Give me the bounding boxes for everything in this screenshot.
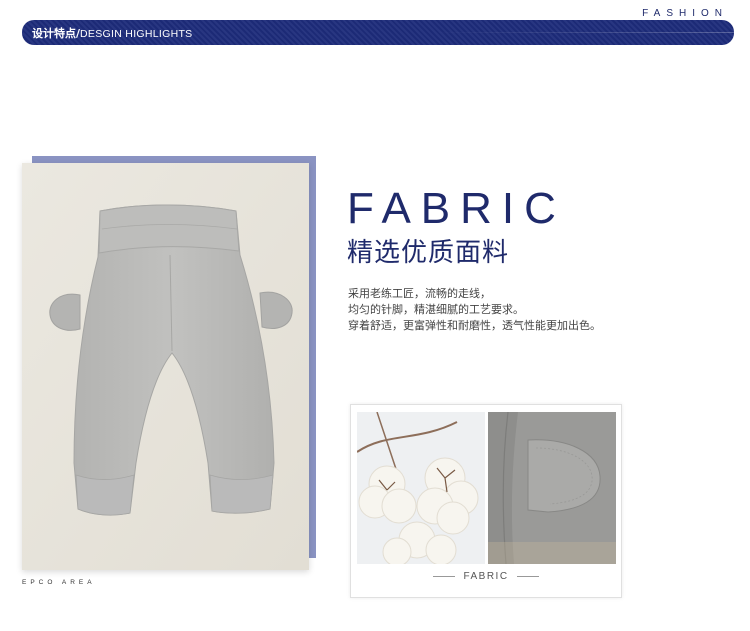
fabric-heading: FABRIC [347, 184, 566, 233]
fabric-ear-detail-image [488, 412, 616, 564]
header-divider [434, 32, 734, 33]
product-photo [22, 163, 309, 570]
caption-right-rule [516, 575, 539, 577]
description-line: 穿着舒适，更富弹性和耐磨性，透气性能更加出色。 [348, 319, 601, 332]
detail-caption: FABRIC [351, 568, 621, 584]
detail-caption-text: FABRIC [463, 570, 509, 582]
section-header-title: 设计特点/DESGIN HIGHLIGHTS [32, 25, 192, 41]
baby-pants-illustration [22, 163, 309, 570]
description-line: 均匀的针脚，精湛细腻的工艺要求。 [348, 303, 524, 316]
caption-left-rule [433, 575, 456, 577]
cotton-bolls-image [357, 412, 485, 564]
section-header-bar: 设计特点/DESGIN HIGHLIGHTS [22, 20, 734, 45]
photo-caption: EPCO AREA [22, 579, 96, 586]
fabric-detail-card: FABRIC [350, 404, 622, 598]
header-title-cn: 设计特点/ [32, 27, 81, 40]
description-line: 采用老练工匠，流畅的走线， [348, 287, 491, 300]
fashion-tag: FASHION [642, 8, 728, 19]
header-title-en: DESGIN HIGHLIGHTS [80, 28, 193, 40]
fabric-subheading: 精选优质面料 [347, 238, 510, 268]
fabric-description: 采用老练工匠，流畅的走线， 均匀的针脚，精湛细腻的工艺要求。 穿着舒适，更富弹性… [348, 286, 601, 334]
